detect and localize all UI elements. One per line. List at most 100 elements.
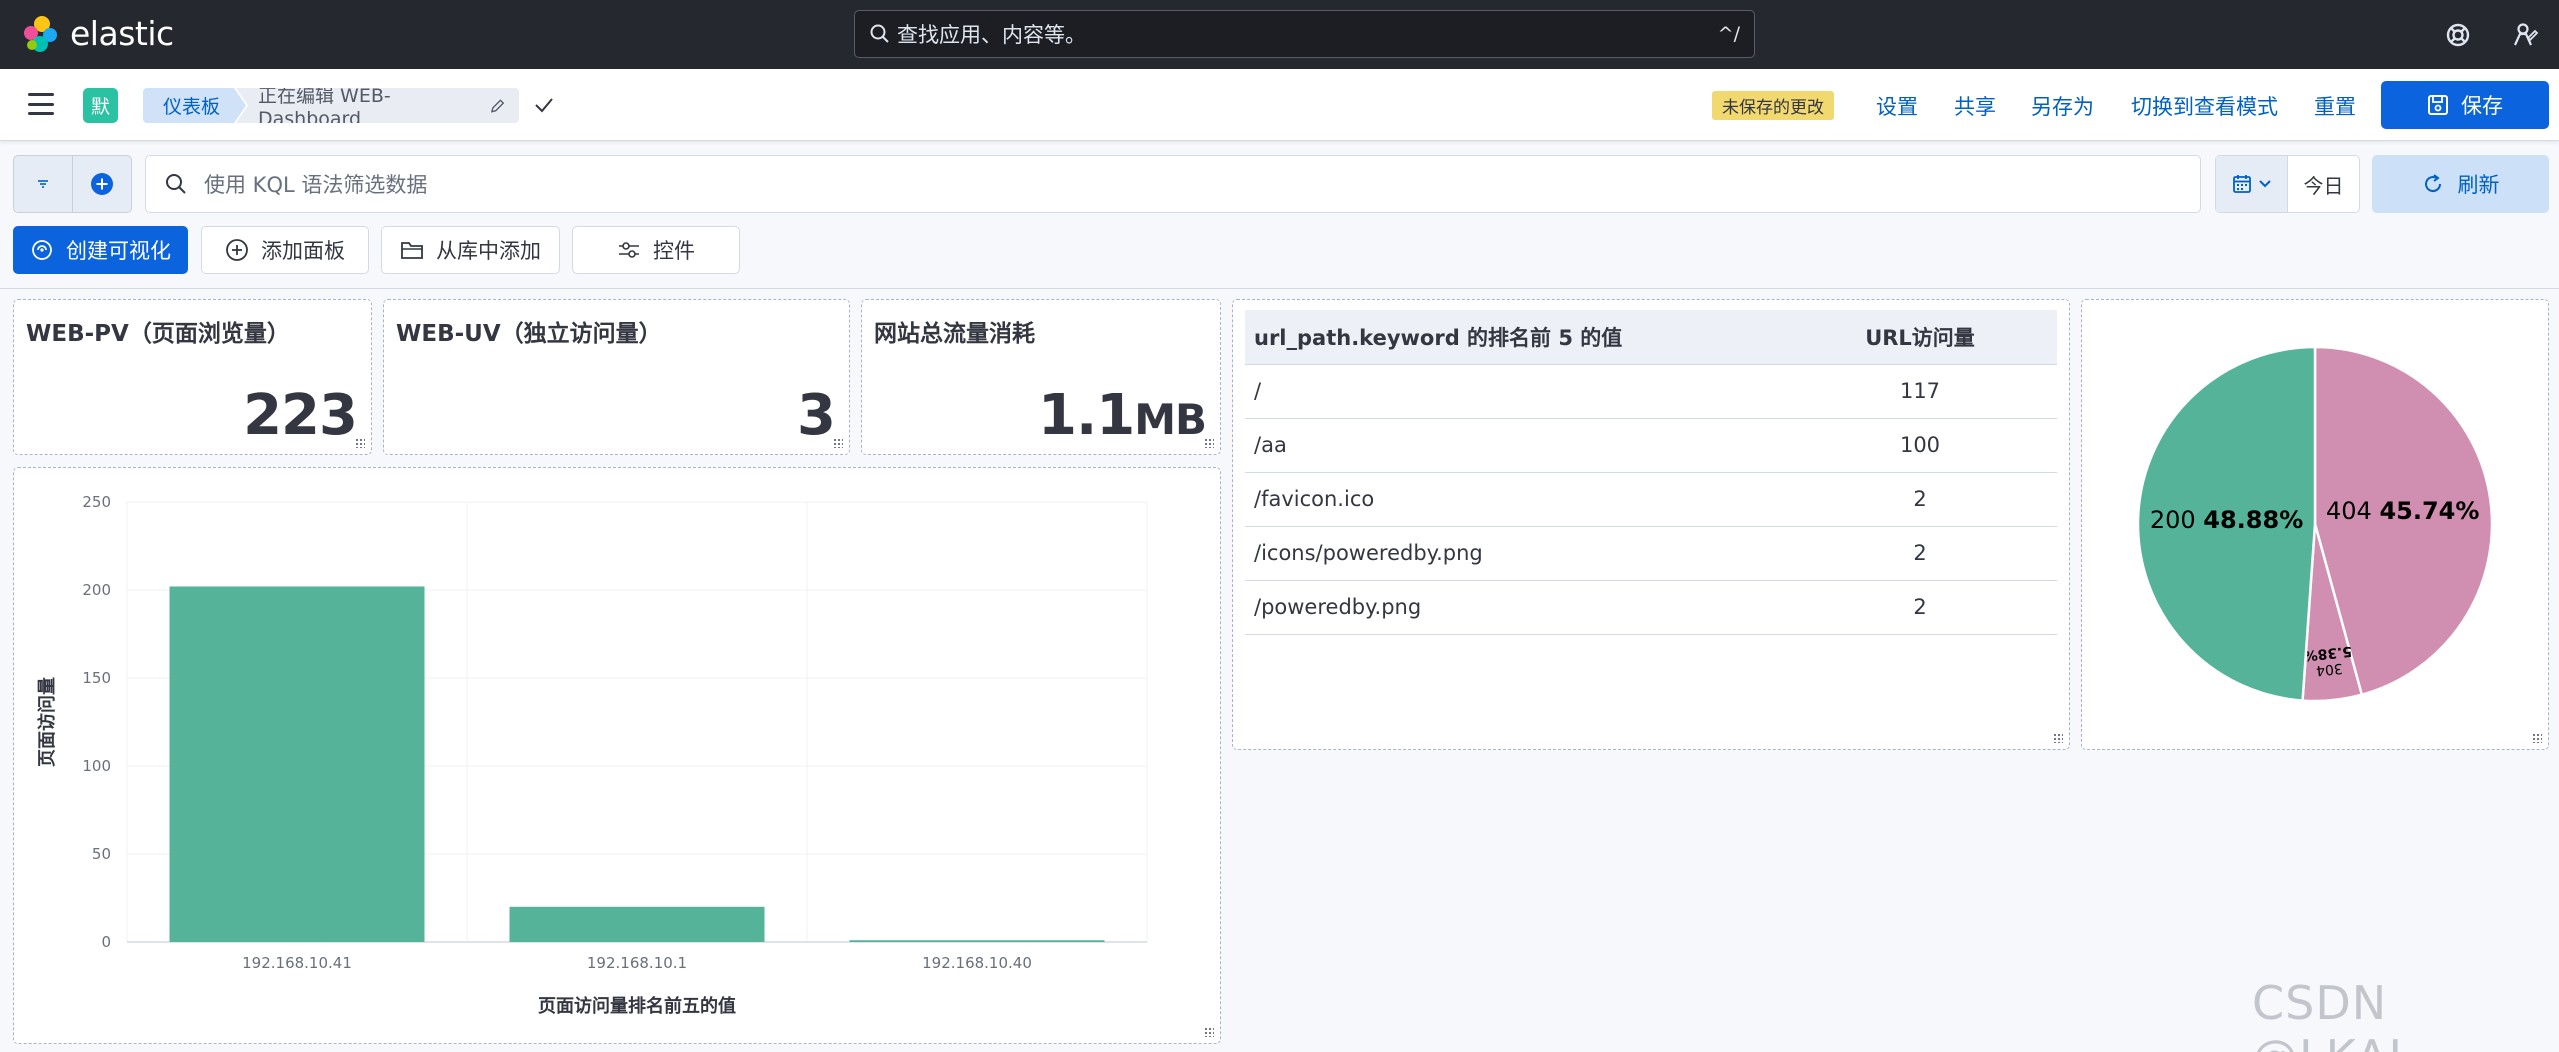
menu-icon[interactable]	[28, 93, 54, 115]
table-cell: 2	[1783, 472, 2057, 527]
table-cell: /poweredby.png	[1245, 580, 1783, 635]
filter-menu-button[interactable]	[14, 156, 72, 212]
elastic-logo[interactable]: elastic	[22, 14, 174, 53]
date-range-label[interactable]: 今日	[2288, 156, 2359, 212]
table-cell: /	[1245, 364, 1783, 419]
filter-controls	[13, 155, 132, 213]
resize-handle[interactable]	[355, 438, 365, 448]
table-cell: 117	[1783, 364, 2057, 419]
resize-handle[interactable]	[1204, 438, 1214, 448]
create-visualization-label: 创建可视化	[66, 239, 171, 263]
search-icon	[870, 24, 889, 43]
resize-handle[interactable]	[2053, 733, 2063, 743]
metric-panel-traffic[interactable]: 网站总流量消耗 1.1MB	[861, 299, 1221, 455]
table-cell: /favicon.ico	[1245, 472, 1783, 527]
pie-panel[interactable]: 404 45.74% 3045.38% 200 48.88%	[2081, 299, 2549, 750]
add-from-library-button[interactable]: 从库中添加	[381, 226, 560, 274]
space-avatar[interactable]: 默	[83, 88, 118, 123]
pie-slice-label: 200 48.88%	[2150, 506, 2303, 534]
controls-label: 控件	[653, 239, 695, 263]
plus-circle-icon	[226, 239, 248, 261]
save-icon	[2428, 95, 2448, 115]
add-panel-label: 添加面板	[261, 239, 345, 263]
kql-search-input[interactable]: 使用 KQL 语法筛选数据	[145, 155, 2201, 213]
resize-handle[interactable]	[833, 438, 843, 448]
metric-title: 网站总流量消耗	[874, 321, 1035, 347]
share-link[interactable]: 共享	[1954, 91, 1996, 121]
global-header: elastic 查找应用、内容等。 ^/	[0, 0, 2559, 69]
chevron-down-icon	[2258, 180, 2271, 188]
table-cell: /aa	[1245, 418, 1783, 473]
resize-handle[interactable]	[2532, 733, 2542, 743]
breadcrumb-current[interactable]: 正在编辑 WEB-Dashboard	[236, 88, 519, 123]
y-tick-label: 0	[101, 933, 111, 951]
table-cell: 2	[1783, 526, 2057, 581]
pie-chart: 404 45.74%3045.38%200 48.88%	[2136, 345, 2494, 703]
bar	[509, 906, 765, 942]
table-panel[interactable]: url_path.keyword 的排名前 5 的值 URL访问量 /117 /…	[1232, 299, 2070, 750]
metric-title: WEB-UV（独立访问量）	[396, 321, 662, 347]
metric-value: 3	[797, 383, 836, 448]
settings-link[interactable]: 设置	[1876, 91, 1918, 121]
controls-button[interactable]: 控件	[572, 226, 740, 274]
app-name: elastic	[70, 14, 174, 53]
table-row: /favicon.ico 2	[1245, 472, 2057, 527]
calendar-icon	[2232, 175, 2251, 193]
sliders-icon	[619, 242, 639, 258]
visualize-icon	[32, 240, 52, 260]
table-row: /aa 100	[1245, 418, 2057, 473]
pie-label-category: 200	[2150, 506, 2203, 534]
filter-icon	[38, 180, 48, 188]
plus-circle-icon	[91, 173, 113, 195]
breadcrumb-dashboards[interactable]: 仪表板	[143, 88, 246, 123]
metric-title: WEB-PV（页面浏览量）	[26, 321, 290, 347]
add-panel-button[interactable]: 添加面板	[201, 226, 369, 274]
help-icon[interactable]	[2441, 18, 2475, 52]
pencil-icon	[490, 98, 505, 113]
metric-value: 1.1MB	[1037, 383, 1207, 448]
pie-label-percent: 45.74%	[2379, 497, 2479, 525]
reset-link[interactable]: 重置	[2314, 91, 2356, 121]
y-axis-title: 页面访问量	[36, 677, 58, 767]
metric-panel-pv[interactable]: WEB-PV（页面浏览量） 223	[13, 299, 372, 455]
bar-chart-panel[interactable]: 0 50 100 150 200 250 192.168.10.41 192.168.10.1…	[13, 467, 1221, 1044]
bar	[849, 940, 1105, 942]
x-tick-label: 192.168.10.1	[587, 954, 687, 972]
y-tick-label: 200	[82, 581, 111, 599]
save-button-label: 保存	[2461, 94, 2503, 118]
create-visualization-button[interactable]: 创建可视化	[13, 226, 188, 274]
column-header[interactable]: url_path.keyword 的排名前 5 的值	[1245, 310, 1783, 365]
folder-icon	[401, 242, 423, 259]
pie-slice-label: 404 45.74%	[2326, 497, 2479, 525]
url-table: url_path.keyword 的排名前 5 的值 URL访问量 /117 /…	[1245, 310, 2057, 635]
bar-chart: 0 50 100 150 200 250 192.168.10.41 192.168.10.1…	[36, 493, 1148, 1017]
resize-handle[interactable]	[1204, 1027, 1214, 1037]
check-icon[interactable]	[532, 93, 556, 117]
dashboard-header: 默 仪表板 正在编辑 WEB-Dashboard 未保存的更改 设置 共享 另存…	[0, 69, 2559, 141]
switch-view-mode-link[interactable]: 切换到查看模式	[2131, 91, 2278, 121]
global-search-input[interactable]: 查找应用、内容等。 ^/	[854, 10, 1755, 58]
pie-label-percent: 48.88%	[2203, 506, 2303, 534]
refresh-button-label: 刷新	[2457, 173, 2500, 197]
add-filter-button[interactable]	[72, 156, 131, 212]
y-tick-label: 250	[82, 493, 111, 511]
save-button[interactable]: 保存	[2381, 81, 2549, 129]
table-header-row: url_path.keyword 的排名前 5 的值 URL访问量	[1245, 310, 2057, 365]
breadcrumb-current-label: 正在编辑 WEB-Dashboard	[258, 85, 391, 130]
column-header[interactable]: URL访问量	[1783, 310, 2057, 365]
watermark: CSDN @LKAI.	[2252, 976, 2418, 1052]
metric-panel-uv[interactable]: WEB-UV（独立访问量） 3	[383, 299, 850, 455]
table-cell: 2	[1783, 580, 2057, 635]
refresh-button[interactable]: 刷新	[2372, 155, 2549, 213]
search-shortcut: ^/	[1717, 23, 1740, 45]
y-tick-label: 100	[82, 757, 111, 775]
user-menu-icon[interactable]	[2508, 18, 2542, 52]
table-row: /poweredby.png 2	[1245, 580, 2057, 635]
add-from-library-label: 从库中添加	[436, 239, 541, 263]
pie-label-category: 404	[2326, 497, 2379, 525]
toolbar-divider	[0, 288, 2559, 289]
quick-date-menu-button[interactable]	[2216, 156, 2288, 212]
x-tick-label: 192.168.10.40	[922, 954, 1032, 972]
metric-value: 223	[243, 383, 358, 448]
save-as-link[interactable]: 另存为	[2031, 91, 2094, 121]
